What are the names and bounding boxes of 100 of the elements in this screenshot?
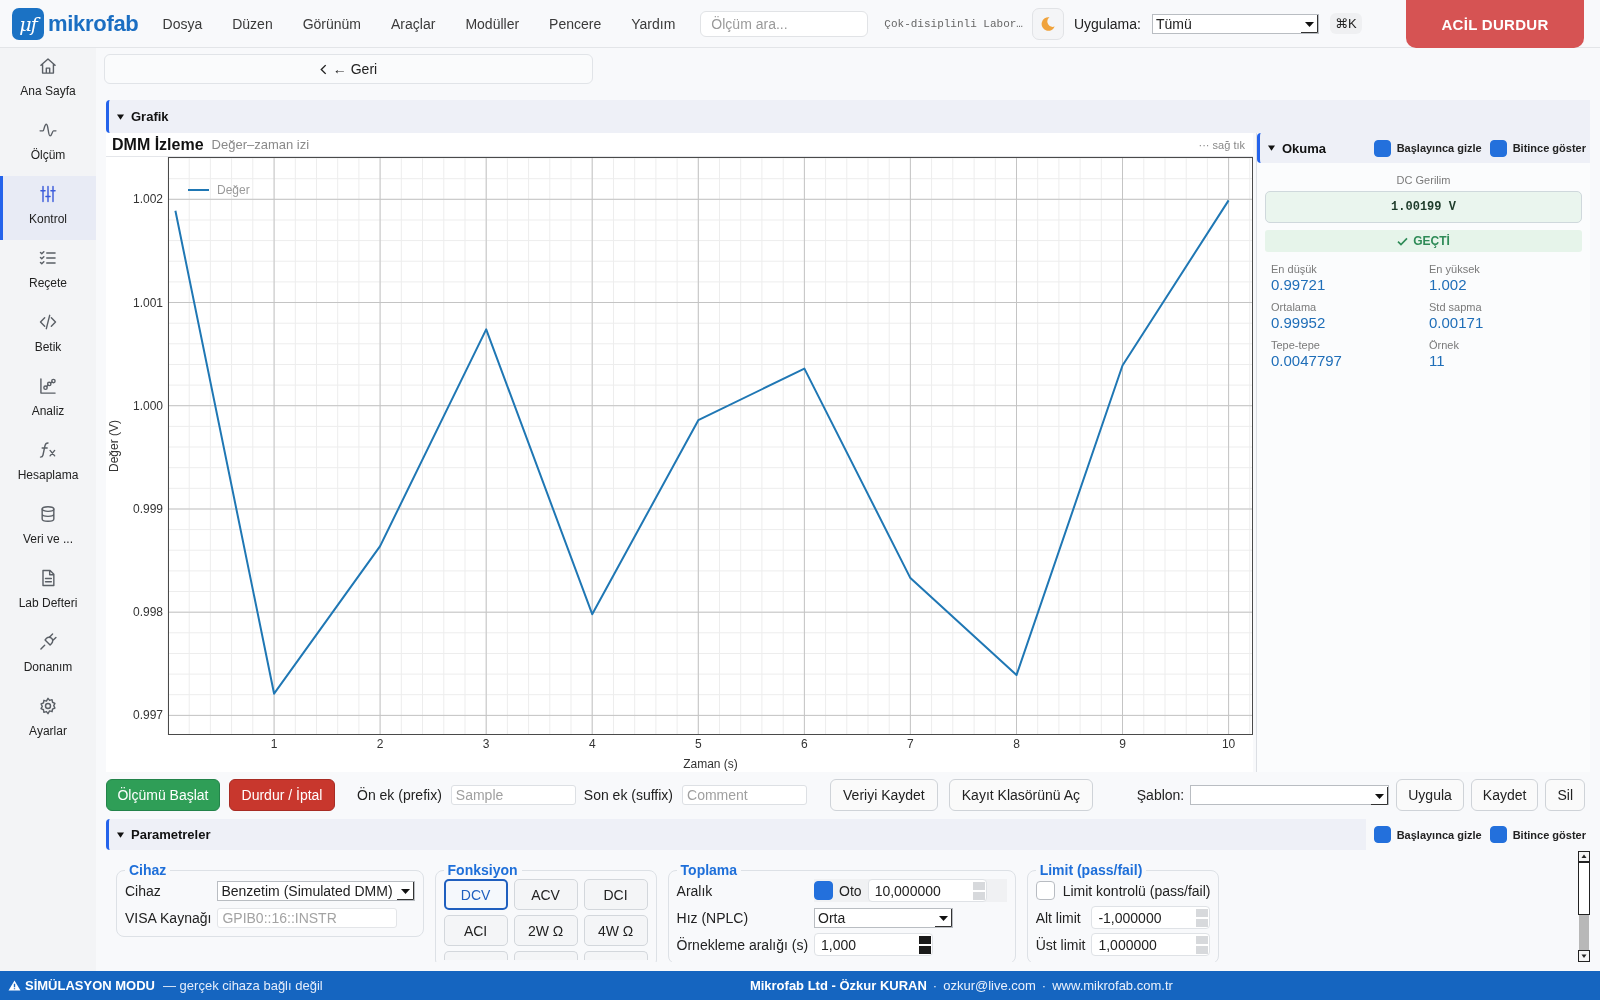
text-field[interactable]: GPIB0::16::INSTR [217,907,398,928]
function-button[interactable]: DCV [443,879,508,910]
template-button[interactable]: Kaydet [1470,779,1539,811]
group-title: Fonksiyon [446,862,519,878]
axis-tick-label: 0.999 [132,501,163,516]
menu-item[interactable]: Görünüm [287,11,377,36]
logo-wordmark: mikrofab [48,10,139,37]
verdict-text: GEÇTİ [1413,234,1450,248]
axis-tick-label: 5 [694,737,702,751]
sidebar-item[interactable]: Lab Defteri [0,560,96,624]
menu-item[interactable]: Yardım [616,11,691,36]
field-label: Ön ek (prefix) [357,787,442,803]
stat-value: 0.99952 [1271,314,1327,332]
open-folder-button[interactable]: Kayıt Klasörünü Aç [948,779,1094,811]
axis-title: Değer (V) [107,420,121,472]
dropdown[interactable]: Orta [814,907,954,928]
sidebar-item[interactable]: Donanım [0,624,96,688]
checkbox[interactable] [1489,826,1507,843]
sidebar-item[interactable]: Reçete [0,240,96,304]
checkbox[interactable] [1373,826,1391,843]
menu-item[interactable]: Düzen [217,11,288,36]
mode-label: SİMÜLASYON MODU [25,978,155,993]
menu-item[interactable]: Pencere [534,11,617,36]
sidebar-item[interactable]: Betik [0,304,96,368]
search-field[interactable]: Ölçüm ara... [700,10,869,37]
sidebar-item[interactable]: Kontrol [0,176,96,240]
sidebar-item[interactable]: Veri ve ... [0,496,96,560]
section-toggle[interactable]: Grafik [109,109,169,124]
theme-toggle-button[interactable] [1031,7,1064,40]
sidebar-item[interactable]: Hesaplama [0,432,96,496]
section-toggle[interactable]: Okuma [1260,140,1327,156]
sidebar-item[interactable]: Ölçüm [0,112,96,176]
template-button[interactable]: Uygula [1396,779,1464,811]
checkbox-label[interactable]: Başlayınca gizle [1396,142,1482,154]
field-label: Hız (NPLC) [676,909,750,926]
axis-tick-label: 9 [1119,737,1126,751]
field-label: VISA Kaynağı [125,909,212,926]
settings-icon [38,696,58,716]
axis-tick-label: 6 [801,737,808,751]
section-toggle[interactable]: Parametreler [109,827,211,842]
field-label: Şablon: [1136,787,1185,803]
checkbox-label[interactable]: Başlayınca gizle [1396,828,1482,841]
function-button[interactable]: ACI [443,915,508,946]
stat-value: 1.002 [1429,276,1468,294]
sidebar-item[interactable]: Ana Sayfa [0,48,96,112]
prefix-field[interactable]: Sample [450,785,576,805]
axis-tick-label: 0.997 [132,708,163,723]
axis-tick-label: 1 [270,737,278,751]
template-button[interactable]: Sil [1545,779,1585,811]
check-icon [1397,236,1409,246]
dropdown-arrow-icon [935,909,953,927]
menu-item[interactable]: Araçlar [376,11,451,36]
menu-item[interactable]: Dosya [147,11,218,36]
checkbox-label[interactable]: Limit kontrolü (pass/fail) [1062,882,1211,899]
group-title: Toplama [679,862,739,878]
group-title: Cihaz [128,862,168,878]
chevron-left-icon [319,63,327,75]
function-button[interactable]: 2W Ω [513,915,578,946]
back-button[interactable]: ← Geri [104,54,593,84]
context-menu-hint: ··· sağ tık [1198,138,1245,151]
field-label: Cihaz [125,882,162,899]
axis-tick-label: 0.998 [132,605,163,620]
email-link[interactable]: ozkur@live.com [943,978,1036,993]
checkbox-label[interactable]: Bitince göster [1512,142,1586,154]
checkbox[interactable] [1035,881,1055,900]
spinner-arrows-icon [918,934,933,955]
dropdown-arrow-icon [1371,786,1389,805]
stat-value: 0.00171 [1429,314,1485,332]
spinner-arrows-icon [1195,907,1210,928]
chart-icon [38,376,58,396]
scrollbar[interactable] [1578,851,1590,962]
stop-button[interactable]: Durdur / İptal [229,779,335,811]
field-label: Alt limit [1035,909,1082,926]
sidebar-item[interactable]: Ayarlar [0,688,96,752]
save-data-button[interactable]: Veriyi Kaydet [830,779,938,811]
function-button[interactable]: 4W Ω [583,915,648,946]
function-button[interactable]: ACV [513,879,578,910]
checkbox[interactable] [1489,139,1507,157]
suffix-field[interactable]: Comment [682,785,808,805]
axis-tick-label: 1.001 [132,295,163,310]
separator-dot: · [932,978,938,993]
sliders-icon [38,184,58,204]
spinner-arrows-icon [1195,934,1210,955]
field-label: Aralık [676,882,714,899]
axis-tick-label: 3 [482,737,490,751]
menu-item[interactable]: Modüller [450,11,535,36]
number-field[interactable]: 1,000 [814,933,934,956]
application-dropdown[interactable]: Tümü [1151,13,1319,34]
moon-icon [1040,16,1055,31]
function-button[interactable]: DCI [583,879,648,910]
sidebar-item[interactable]: Analiz [0,368,96,432]
checkbox[interactable] [1373,139,1391,157]
database-icon [38,504,58,524]
website-link[interactable]: www.mikrofab.com.tr [1052,978,1173,993]
axis-title: Zaman (s) [683,757,738,771]
quantity-label: DC Gerilim [1395,173,1452,188]
group-title: Limit (pass/fail) [1038,862,1144,878]
emergency-stop-button[interactable]: ACİL DURDUR [1406,0,1584,48]
checkbox-label[interactable]: Bitince göster [1512,828,1586,841]
dropdown[interactable]: Benzetim (Simulated DMM) [217,880,415,901]
